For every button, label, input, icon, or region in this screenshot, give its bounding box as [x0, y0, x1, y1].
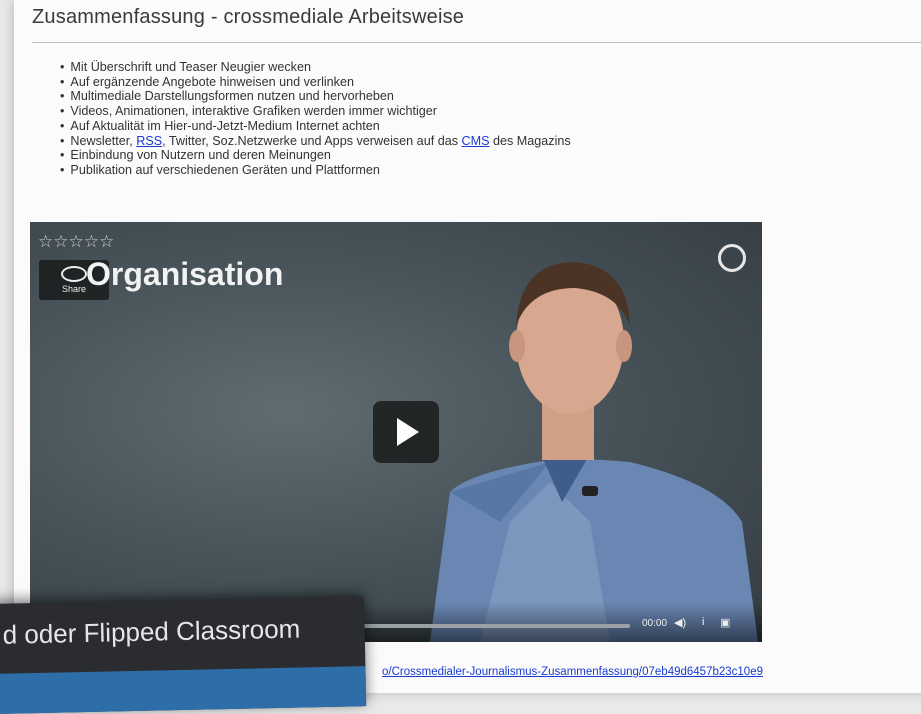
rss-link[interactable]: RSS: [136, 134, 162, 148]
list-item: Einbindung von Nutzern und deren Meinung…: [60, 148, 571, 163]
video-player[interactable]: ☆☆☆☆☆ Share Organisation 00:00 ◀) i ▣: [30, 222, 762, 642]
overlay-title: d oder Flipped Classroom: [2, 613, 301, 650]
overlay-bar: [0, 666, 367, 714]
volume-icon[interactable]: ◀): [674, 616, 686, 629]
list-item: Newsletter, RSS, Twitter, Soz.Netzwerke …: [60, 133, 571, 149]
play-button[interactable]: [373, 401, 439, 463]
summary-list: Mit Überschrift und Teaser Neugier wecke…: [60, 60, 571, 178]
list-text: , Twitter, Soz.Netzwerke und Apps verwei…: [162, 133, 462, 148]
video-title: Organisation: [86, 256, 284, 292]
rating-stars[interactable]: ☆☆☆☆☆: [38, 232, 114, 252]
list-item: Auf ergänzende Angebote hinweisen und ve…: [60, 75, 571, 90]
share-icon: [61, 266, 87, 282]
content-page: Zusammenfassung - crossmediale Arbeitswe…: [14, 0, 921, 693]
list-item: Mit Überschrift und Teaser Neugier wecke…: [60, 60, 571, 75]
heading-divider: [32, 42, 921, 43]
list-item: Auf Aktualität im Hier-und-Jetzt-Medium …: [60, 119, 571, 134]
list-text: Newsletter,: [70, 133, 137, 148]
video-url-link[interactable]: o/Crossmedialer-Journalismus-Zusammenfas…: [382, 666, 763, 678]
cms-link[interactable]: CMS: [462, 134, 490, 148]
fullscreen-icon[interactable]: ▣: [720, 616, 730, 629]
info-icon[interactable]: i: [702, 616, 704, 628]
list-item: Publikation auf verschiedenen Geräten un…: [60, 163, 571, 178]
brand-logo-icon: [718, 244, 746, 272]
time-display: 00:00: [642, 618, 668, 629]
overlay-window: d oder Flipped Classroom: [0, 596, 367, 714]
page-title: Zusammenfassung - crossmediale Arbeitswe…: [32, 6, 465, 28]
list-item: Multimediale Darstellungsformen nutzen u…: [60, 89, 571, 104]
list-item: Videos, Animationen, interaktive Grafike…: [60, 104, 571, 119]
list-text: des Magazins: [489, 133, 571, 148]
seek-bar[interactable]: [360, 624, 630, 628]
